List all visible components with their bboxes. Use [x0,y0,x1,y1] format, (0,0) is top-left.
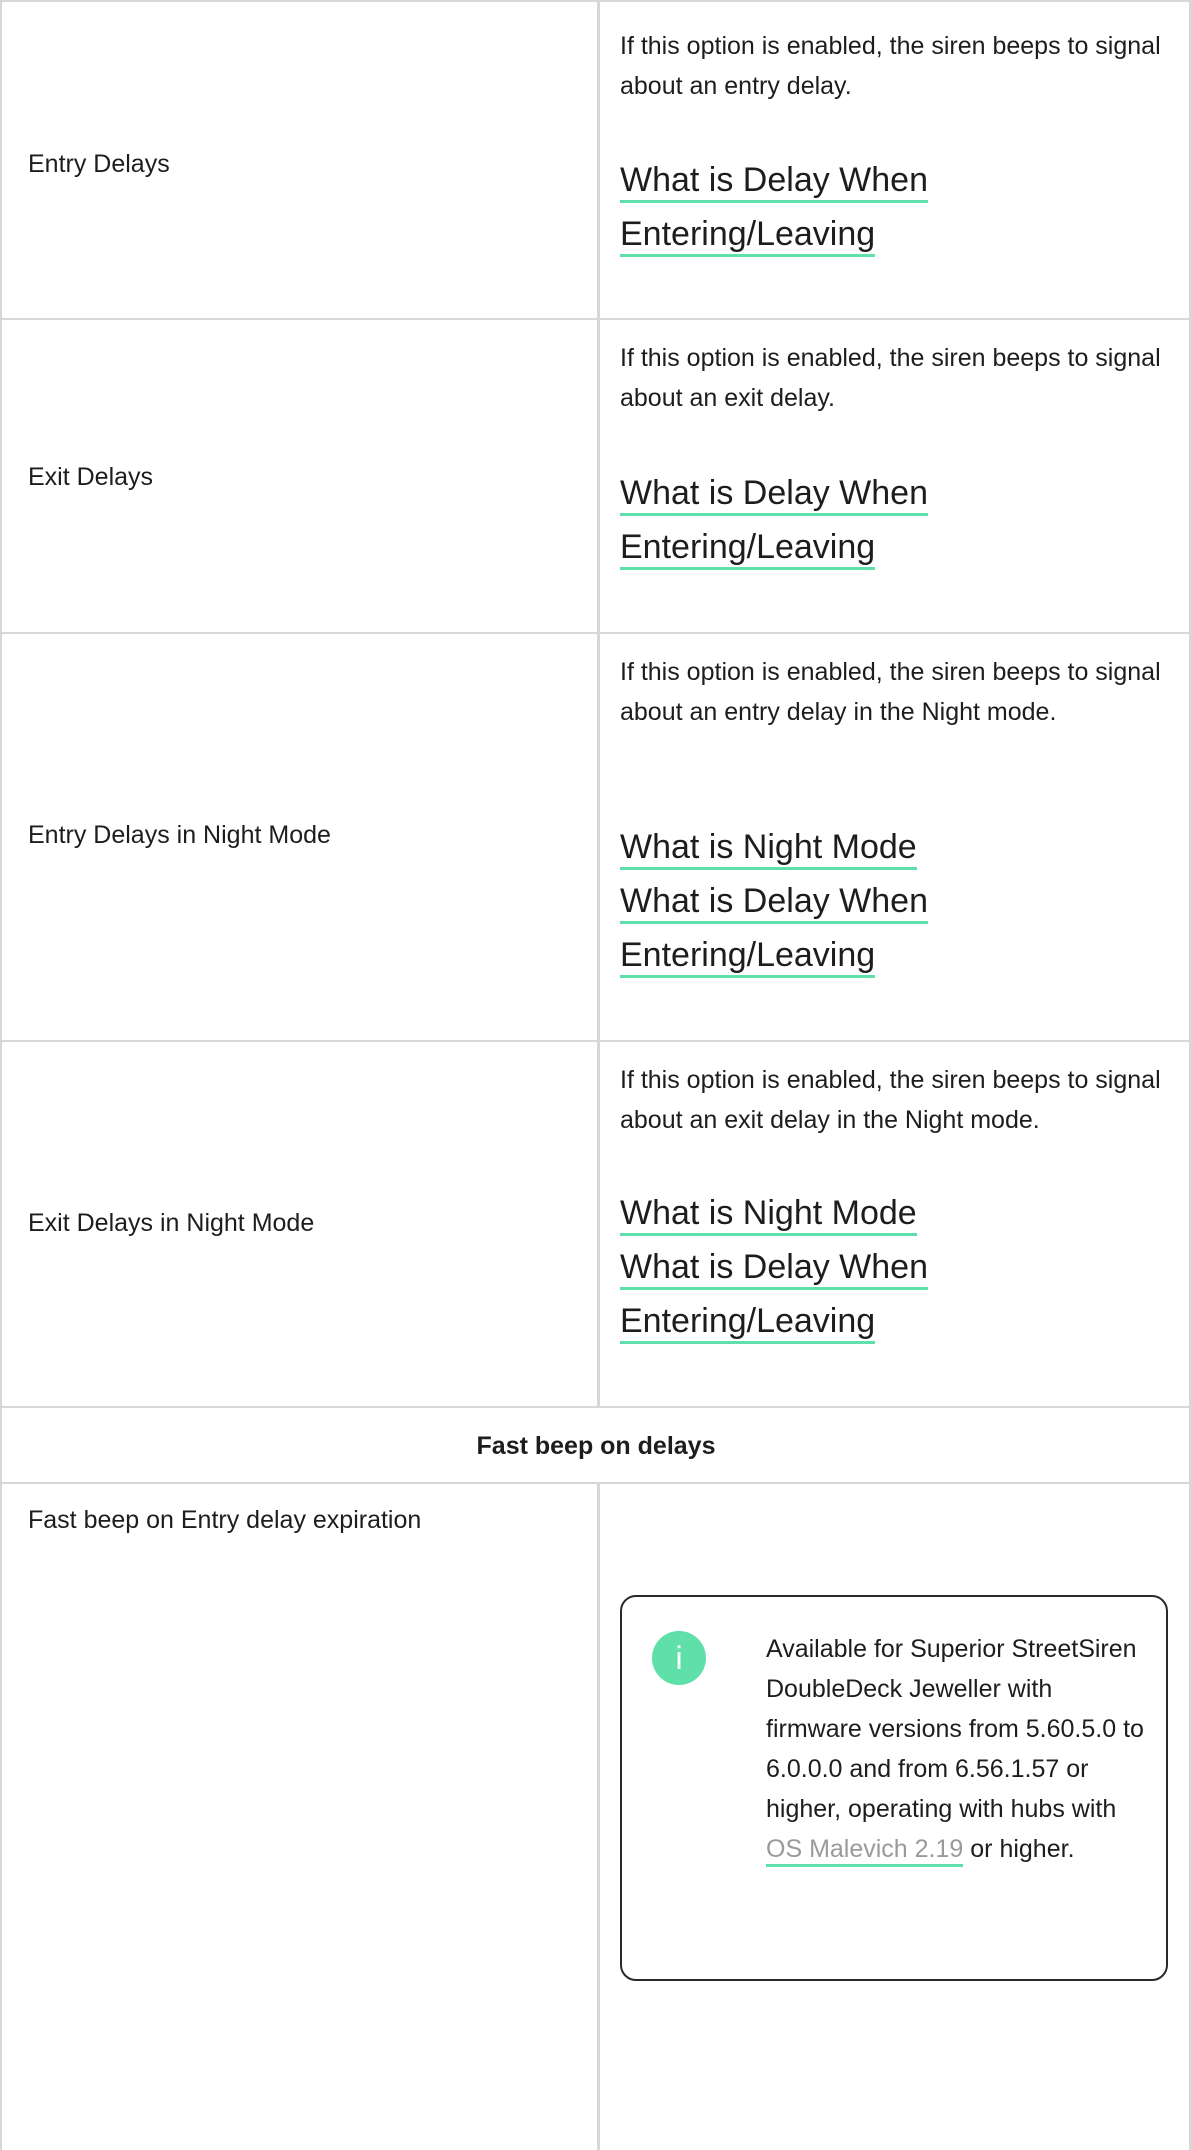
row-description-entry-delays: If this option is enabled, the siren bee… [620,32,1161,100]
row-links-exit-delays: What is Delay When Entering/Leaving [620,466,1100,574]
row-divider [0,1406,1192,1408]
link-night-mode[interactable]: What is Night Mode [620,1186,1100,1240]
info-icon: i [652,1631,706,1685]
link-night-mode[interactable]: What is Night Mode [620,820,1100,874]
link-os-malevich[interactable]: OS Malevich 2.19 [766,1835,964,1867]
info-note: i Available for Superior StreetSiren Dou… [620,1595,1168,1981]
info-note-text: Available for Superior StreetSiren Doubl… [766,1629,1146,1869]
row-description-entry-delays-night: If this option is enabled, the siren bee… [620,658,1161,726]
column-divider [597,1482,600,2150]
link-delay-entering-leaving[interactable]: What is Delay When Entering/Leaving [620,1240,1100,1348]
row-links-entry-delays: What is Delay When Entering/Leaving [620,153,1100,261]
link-delay-entering-leaving[interactable]: What is Delay When Entering/Leaving [620,466,1100,574]
row-label-entry-delays: Entry Delays [28,150,170,178]
column-divider [597,1040,600,1406]
row-divider [0,1482,1192,1484]
row-label-exit-delays-night: Exit Delays in Night Mode [28,1209,315,1237]
column-divider [597,0,600,318]
link-delay-entering-leaving[interactable]: What is Delay When Entering/Leaving [620,874,1100,982]
link-delay-entering-leaving[interactable]: What is Delay When Entering/Leaving [620,153,1100,261]
column-divider [597,632,600,1040]
row-label-entry-delays-night: Entry Delays in Night Mode [28,821,331,849]
row-label-exit-delays: Exit Delays [28,463,154,491]
row-description-exit-delays-night: If this option is enabled, the siren bee… [620,1066,1161,1134]
row-links-exit-delays-night: What is Night Mode What is Delay When En… [620,1186,1100,1348]
row-divider [0,1040,1192,1042]
row-label-fast-beep-entry: Fast beep on Entry delay expiration [28,1506,422,1534]
section-header: Fast beep on delays [476,1432,716,1460]
table-border-left [0,0,2,2150]
column-divider [597,318,600,632]
row-description-exit-delays: If this option is enabled, the siren bee… [620,344,1161,412]
row-divider [0,632,1192,634]
table-border-top [0,0,1192,2]
row-divider [0,318,1192,320]
row-links-entry-delays-night: What is Night Mode What is Delay When En… [620,820,1100,982]
